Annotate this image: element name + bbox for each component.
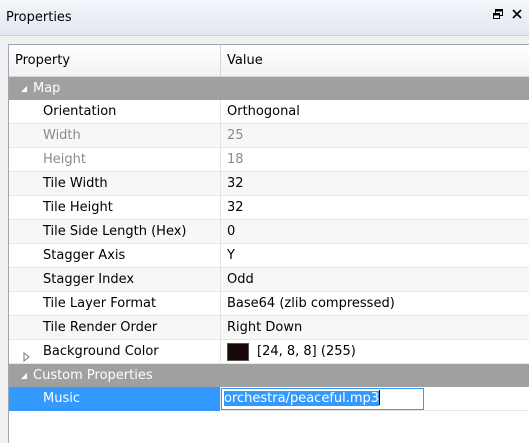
properties-panel: Properties Property Value Map Orientatio… xyxy=(0,0,529,443)
float-window-icon[interactable] xyxy=(492,8,504,22)
column-header-property[interactable]: Property xyxy=(9,45,221,76)
property-value[interactable]: 32 xyxy=(221,172,529,196)
property-name: Tile Height xyxy=(43,200,113,215)
property-row-stagger-index[interactable]: Stagger Index Odd xyxy=(9,268,529,292)
property-name: Orientation xyxy=(43,104,117,119)
property-name: Tile Layer Format xyxy=(43,296,157,311)
collapse-triangle-icon[interactable] xyxy=(19,370,29,380)
text-caret xyxy=(379,390,381,405)
property-row-tile-side-length[interactable]: Tile Side Length (Hex) 0 xyxy=(9,220,529,244)
collapse-triangle-icon[interactable] xyxy=(19,83,29,93)
property-row-stagger-axis[interactable]: Stagger Axis Y xyxy=(9,244,529,268)
property-row-tile-render-order[interactable]: Tile Render Order Right Down xyxy=(9,316,529,340)
property-name: Tile Side Length (Hex) xyxy=(43,224,187,239)
property-value-cell[interactable]: orchestra/peaceful.mp3 xyxy=(221,387,529,411)
property-name: Stagger Index xyxy=(43,272,135,287)
expand-arrow-icon[interactable] xyxy=(23,347,31,363)
panel-title: Properties xyxy=(6,10,72,25)
property-table: Property Value Map Orientation Orthogona… xyxy=(8,44,529,443)
property-name: Width xyxy=(43,128,81,143)
property-value[interactable]: Base64 (zlib compressed) xyxy=(221,292,529,316)
property-row-width[interactable]: Width 25 xyxy=(9,124,529,148)
color-swatch[interactable] xyxy=(227,343,249,361)
column-header-value[interactable]: Value xyxy=(221,45,529,76)
editor-selected-text: orchestra/peaceful.mp3 xyxy=(224,391,380,406)
color-value-text: [24, 8, 8] (255) xyxy=(257,344,356,359)
property-row-orientation[interactable]: Orientation Orthogonal xyxy=(9,100,529,124)
property-row-tile-width[interactable]: Tile Width 32 xyxy=(9,172,529,196)
property-name: Music xyxy=(43,391,80,406)
property-row-tile-height[interactable]: Tile Height 32 xyxy=(9,196,529,220)
property-value[interactable]: Right Down xyxy=(221,316,529,340)
property-value: 18 xyxy=(227,152,244,167)
property-value[interactable]: Orthogonal xyxy=(221,100,529,124)
property-value-editor[interactable]: orchestra/peaceful.mp3 xyxy=(221,388,424,410)
table-header: Property Value xyxy=(9,45,529,77)
panel-titlebar: Properties xyxy=(0,0,529,36)
property-name: Tile Width xyxy=(43,176,108,191)
property-name: Stagger Axis xyxy=(43,248,126,263)
property-value: 25 xyxy=(227,128,244,143)
property-name: Background Color xyxy=(43,344,159,359)
group-label: Custom Properties xyxy=(33,368,153,383)
close-icon[interactable] xyxy=(512,8,524,22)
property-value[interactable]: Y xyxy=(221,244,529,268)
property-row-music[interactable]: Music orchestra/peaceful.mp3 xyxy=(9,387,529,411)
group-header-map[interactable]: Map xyxy=(9,77,529,100)
property-value[interactable]: [24, 8, 8] (255) xyxy=(221,340,529,364)
property-value[interactable]: 32 xyxy=(221,196,529,220)
property-value[interactable]: Odd xyxy=(221,268,529,292)
property-name: Height xyxy=(43,152,86,167)
property-row-tile-layer-format[interactable]: Tile Layer Format Base64 (zlib compresse… xyxy=(9,292,529,316)
group-label: Map xyxy=(33,81,61,96)
property-name: Tile Render Order xyxy=(43,320,158,335)
property-row-height[interactable]: Height 18 xyxy=(9,148,529,172)
property-value[interactable]: 0 xyxy=(221,220,529,244)
property-row-background-color[interactable]: Background Color [24, 8, 8] (255) xyxy=(9,340,529,364)
group-header-custom-properties[interactable]: Custom Properties xyxy=(9,364,529,387)
